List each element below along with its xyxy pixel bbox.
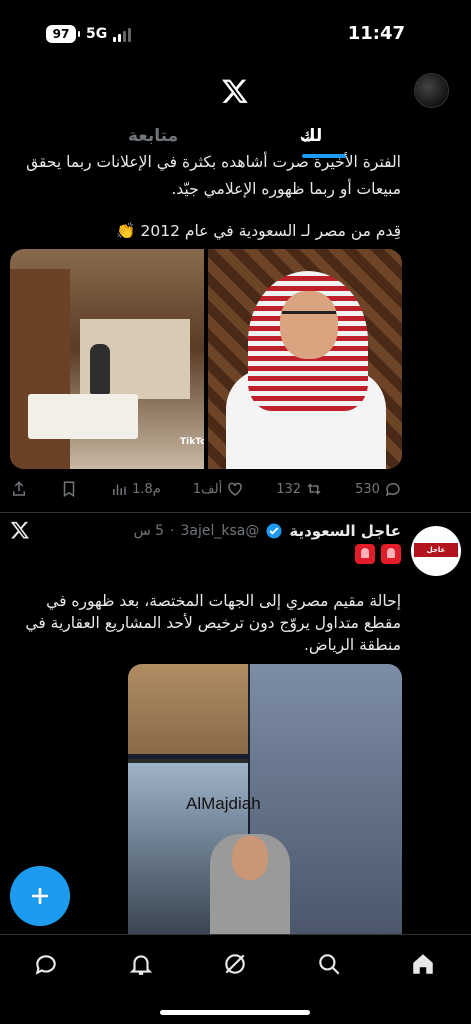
bookmark-button[interactable] xyxy=(60,480,78,498)
grok-icon[interactable] xyxy=(222,951,248,977)
reposts-label: 132 xyxy=(276,481,302,497)
post-time: 5 س xyxy=(133,523,165,539)
post-header: عاجل السعودية @3ajel_ksa · 5 س xyxy=(133,522,401,540)
clock: 11:47 xyxy=(347,23,405,44)
signal-icon xyxy=(113,28,131,42)
post-text: إحالة مقيم مصري إلى الجهات المختصة، بعد … xyxy=(25,592,401,654)
tiktok-watermark: TikTok xyxy=(180,437,204,447)
media-overlay-text: AlMajdiah xyxy=(186,794,261,813)
search-icon[interactable] xyxy=(316,951,342,977)
post-actions: 1.8م 1ألف 132 530 xyxy=(10,476,402,502)
tab-following[interactable]: متابعة xyxy=(128,126,178,146)
avatar-label: عاجل السعودية xyxy=(414,543,458,568)
share-button[interactable] xyxy=(10,480,28,498)
home-indicator xyxy=(160,1010,310,1015)
home-icon[interactable] xyxy=(410,951,436,977)
author-handle[interactable]: @3ajel_ksa xyxy=(181,523,260,539)
repost-icon xyxy=(307,483,321,495)
notifications-icon[interactable] xyxy=(128,951,154,977)
siren-icon xyxy=(381,544,401,564)
plus-icon xyxy=(32,888,48,904)
battery-indicator: 97 xyxy=(46,25,80,43)
network-label: 5G xyxy=(86,26,108,42)
profile-avatar[interactable] xyxy=(414,73,449,108)
author-name[interactable]: عاجل السعودية xyxy=(289,522,401,540)
likes-label: 1ألف xyxy=(192,481,223,497)
post-video[interactable] xyxy=(128,664,402,936)
views-label: 1.8م xyxy=(132,481,161,497)
chart-bar-icon xyxy=(113,484,126,495)
compose-button[interactable] xyxy=(10,866,70,926)
messages-icon[interactable] xyxy=(33,951,59,977)
author-avatar[interactable]: عاجل السعودية xyxy=(411,526,461,576)
post-media[interactable]: TikTok xyxy=(10,249,402,469)
siren-icon xyxy=(355,544,375,564)
replies-label: 530 xyxy=(355,481,380,497)
siren-emojis xyxy=(355,544,401,564)
reply-button[interactable]: 530 xyxy=(355,480,402,498)
verified-badge-icon xyxy=(266,523,282,539)
heart-icon xyxy=(228,482,242,496)
post-divider xyxy=(0,512,471,513)
like-button[interactable]: 1ألف xyxy=(193,480,244,498)
bookmark-icon xyxy=(63,481,75,498)
post-text: قِدم من مصر لـ السعودية في عام 2012 👏 xyxy=(116,222,401,240)
repost-button[interactable]: 132 xyxy=(276,480,323,498)
status-bar: 97 5G 11:47 xyxy=(0,0,471,64)
post-text: الفترة الأخيرة صرت أشاهده بكثرة في الإعل… xyxy=(26,153,401,171)
x-logo-icon xyxy=(222,79,248,103)
media-image-man[interactable] xyxy=(208,249,402,469)
post-text: مبيعات أو ربما ظهوره الإعلامي جيّد. xyxy=(171,180,401,198)
views-count[interactable]: 1.8م xyxy=(110,480,161,498)
chevron-down-icon[interactable] xyxy=(300,134,310,144)
close-icon[interactable] xyxy=(10,520,30,540)
reply-icon xyxy=(385,482,400,497)
media-image-kitchen[interactable]: TikTok xyxy=(10,249,204,469)
share-icon xyxy=(13,481,25,496)
